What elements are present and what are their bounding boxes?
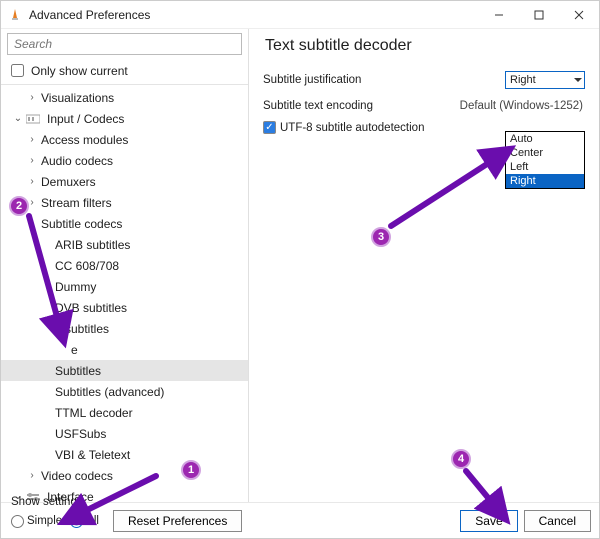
search-container (7, 33, 242, 55)
tree-item-stream-filters[interactable]: ›Stream filters (1, 192, 248, 213)
maximize-button[interactable] (519, 1, 559, 29)
tree-item-vbi[interactable]: VBI & Teletext (1, 444, 248, 465)
show-settings-label: Show settings (11, 496, 242, 508)
encoding-label: Subtitle text encoding (263, 100, 423, 112)
chevron-right-icon: › (25, 155, 39, 166)
annotation-badge-4: 4 (451, 449, 471, 469)
justification-value: Right (510, 74, 536, 86)
tree-item-visualizations[interactable]: ›Visualizations (1, 87, 248, 108)
dropdown-option-left[interactable]: Left (506, 160, 584, 174)
codec-icon (25, 113, 41, 125)
chevron-right-icon: › (25, 92, 39, 103)
chevron-down-icon: ⌄ (11, 113, 25, 124)
justification-dropdown[interactable]: Right (505, 71, 585, 89)
chevron-right-icon: › (25, 134, 39, 145)
radio-simple[interactable]: Simple (11, 515, 62, 528)
justification-label: Subtitle justification (263, 74, 423, 86)
tree-item-dvb[interactable]: DVB subtitles (1, 297, 248, 318)
sidebar: Only show current ›Visualizations ⌄Input… (1, 29, 249, 502)
page-title: Text subtitle decoder (265, 37, 585, 55)
annotation-badge-1: 1 (181, 460, 201, 480)
tree-item-video-codecs[interactable]: ›Video codecs (1, 465, 248, 486)
dropdown-option-center[interactable]: Center (506, 146, 584, 160)
dropdown-option-auto[interactable]: Auto (506, 132, 584, 146)
reset-preferences-button[interactable]: Reset Preferences (113, 510, 242, 532)
utf8-checkbox[interactable]: ✓ (263, 121, 276, 134)
chevron-down-icon (574, 74, 582, 89)
window-title: Advanced Preferences (29, 8, 150, 22)
tree-item-dummy[interactable]: Dummy (1, 276, 248, 297)
radio-all[interactable]: All (70, 515, 99, 528)
app-icon (7, 7, 23, 23)
tree-item-subtitles-trunc[interactable]: subtitles (1, 318, 248, 339)
tree-item-demuxers[interactable]: ›Demuxers (1, 171, 248, 192)
encoding-value[interactable]: Default (Windows-1252) (460, 100, 583, 112)
main-panel: Text subtitle decoder Subtitle justifica… (249, 29, 599, 502)
dropdown-option-right[interactable]: Right (506, 174, 584, 188)
save-button[interactable]: Save (460, 510, 517, 532)
annotation-badge-3: 3 (371, 227, 391, 247)
chevron-right-icon: › (25, 176, 39, 187)
tree-item-audio-codecs[interactable]: ›Audio codecs (1, 150, 248, 171)
tree-item-subtitle-codecs[interactable]: ⌄Subtitle codecs (1, 213, 248, 234)
chevron-down-icon: ⌄ (25, 218, 39, 229)
tree-item-ttml[interactable]: TTML decoder (1, 402, 248, 423)
footer: Show settings Simple All Reset Preferenc… (1, 502, 599, 538)
tree[interactable]: ›Visualizations ⌄Input / Codecs ›Access … (1, 85, 248, 502)
tree-item-arib[interactable]: ARIB subtitles (1, 234, 248, 255)
tree-item-usf[interactable]: USFSubs (1, 423, 248, 444)
tree-item-cc608[interactable]: CC 608/708 (1, 255, 248, 276)
titlebar: Advanced Preferences (1, 1, 599, 29)
cancel-button[interactable]: Cancel (524, 510, 591, 532)
tree-item-input-codecs[interactable]: ⌄Input / Codecs (1, 108, 248, 129)
chevron-right-icon: › (25, 470, 39, 481)
only-show-current-checkbox[interactable] (11, 64, 24, 77)
only-show-current-label: Only show current (31, 64, 128, 78)
annotation-badge-2: 2 (9, 196, 29, 216)
utf8-label: UTF-8 subtitle autodetection (280, 122, 424, 134)
minimize-button[interactable] (479, 1, 519, 29)
search-input[interactable] (7, 33, 242, 55)
tree-item-kate-trunc[interactable]: e (1, 339, 248, 360)
justification-dropdown-list[interactable]: Auto Center Left Right (505, 131, 585, 189)
tree-item-access-modules[interactable]: ›Access modules (1, 129, 248, 150)
tree-item-subtitles[interactable]: Subtitles (1, 360, 248, 381)
window-root: Advanced Preferences Only show current ›… (0, 0, 600, 539)
tree-item-subtitles-advanced[interactable]: Subtitles (advanced) (1, 381, 248, 402)
close-button[interactable] (559, 1, 599, 29)
